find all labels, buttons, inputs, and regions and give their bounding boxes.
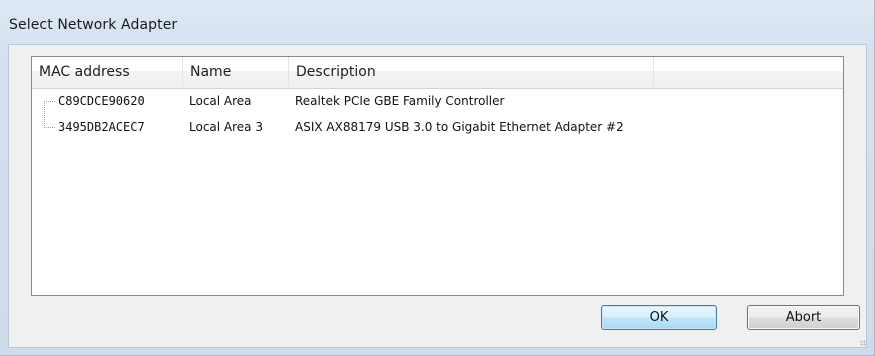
mac-address-cell: 3495DB2ACEC7: [58, 120, 145, 134]
adapter-name-cell: Local Area 3: [189, 120, 263, 134]
adapter-description-cell: Realtek PCIe GBE Family Controller: [295, 94, 505, 108]
mac-address-cell: C89CDCE90620: [58, 94, 145, 108]
ok-button[interactable]: OK: [601, 305, 717, 330]
dialog-window: Select Network Adapter MAC address Name …: [0, 0, 875, 356]
resize-grip-icon[interactable]: [860, 340, 866, 346]
list-header: MAC address Name Description: [32, 57, 843, 89]
window-title: Select Network Adapter: [9, 17, 178, 33]
column-header-description[interactable]: Description: [289, 57, 654, 88]
list-item[interactable]: C89CDCE90620 Local Area Realtek PCIe GBE…: [32, 88, 843, 114]
column-header-mac-address[interactable]: MAC address: [32, 57, 183, 88]
adapter-list[interactable]: MAC address Name Description C89CDCE9062…: [31, 56, 844, 296]
column-header-name[interactable]: Name: [183, 57, 289, 88]
column-header-empty[interactable]: [654, 57, 843, 88]
abort-button[interactable]: Abort: [747, 305, 860, 330]
adapter-description-cell: ASIX AX88179 USB 3.0 to Gigabit Ethernet…: [295, 120, 624, 134]
list-item[interactable]: 3495DB2ACEC7 Local Area 3 ASIX AX88179 U…: [32, 114, 843, 140]
adapter-name-cell: Local Area: [189, 94, 252, 108]
